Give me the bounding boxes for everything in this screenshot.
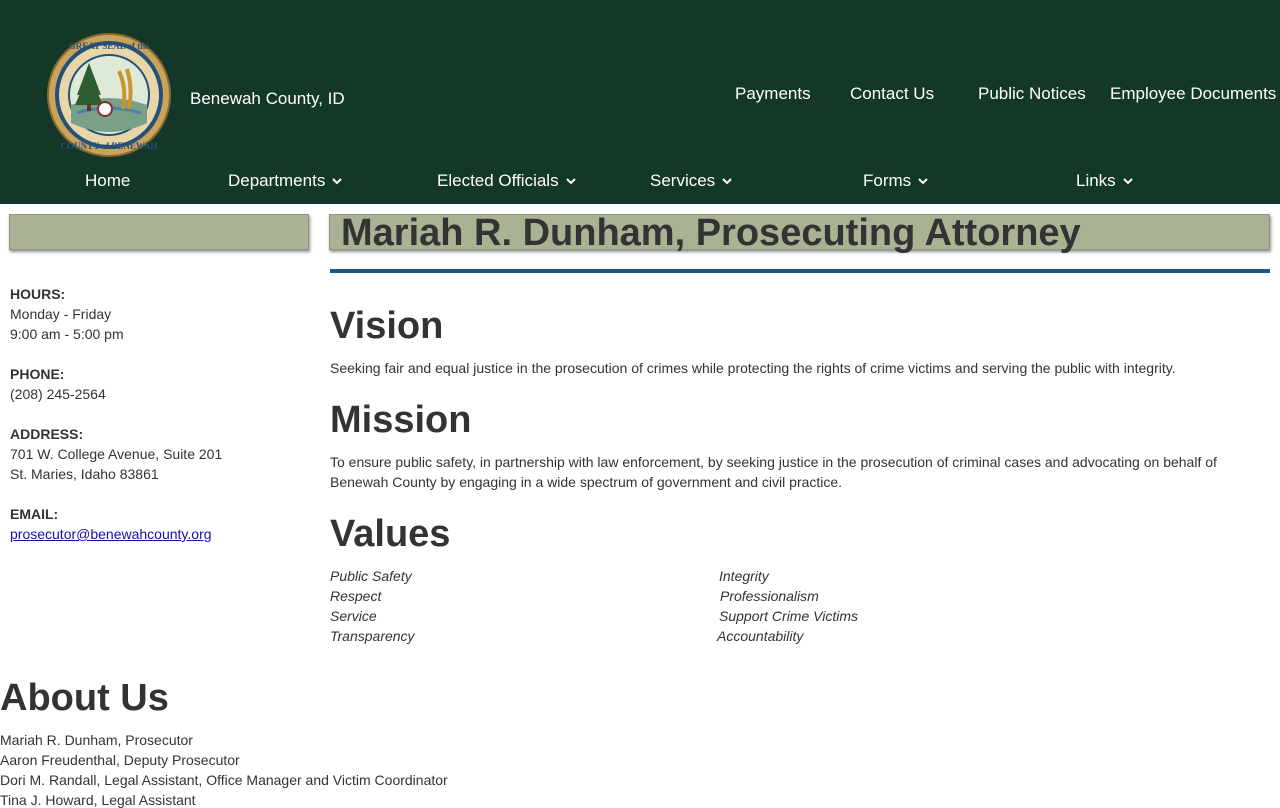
chevron-down-icon [1122, 177, 1133, 184]
county-seal-logo[interactable]: GREAT SEAL of the COUNTY of BENEWAH [47, 33, 171, 157]
nav-home[interactable]: Home [85, 171, 130, 191]
nav-home-label: Home [85, 171, 131, 190]
site-name[interactable]: Benewah County, ID [190, 89, 345, 109]
nav-links[interactable]: Links [1076, 171, 1133, 191]
email-label: EMAIL: [10, 506, 59, 522]
vision-heading: Vision [330, 305, 444, 347]
vision-text: Seeking fair and equal justice in the pr… [330, 360, 1176, 376]
staff-list-item: Tina J. Howard, Legal Assistant [0, 792, 196, 808]
values-heading: Values [330, 513, 451, 555]
staff-list-item: Aaron Freudenthal, Deputy Prosecutor [0, 752, 240, 768]
page-title: Mariah R. Dunham, Prosecuting Attorney [341, 212, 1081, 254]
nav-elected-officials-label: Elected Officials [437, 171, 559, 190]
utility-link-contact-us[interactable]: Contact Us [850, 84, 934, 104]
nav-departments-label: Departments [228, 171, 326, 190]
utility-link-employee-documents[interactable]: Employee Documents [1110, 84, 1276, 104]
title-divider [330, 269, 1270, 273]
phone-number: (208) 245-2564 [10, 386, 106, 402]
nav-links-label: Links [1076, 171, 1116, 190]
address-line-1: 701 W. College Avenue, Suite 201 [10, 446, 223, 462]
value-item: Integrity [719, 568, 769, 584]
seal-lettering-top: GREAT SEAL of the [69, 41, 149, 51]
nav-services[interactable]: Services [650, 171, 732, 191]
mission-text-line-1: To ensure public safety, in partnership … [330, 454, 1217, 470]
address-line-2: St. Maries, Idaho 83861 [10, 466, 159, 482]
staff-list-item: Mariah R. Dunham, Prosecutor [0, 732, 193, 748]
utility-link-payments[interactable]: Payments [735, 84, 811, 104]
about-heading: About Us [0, 677, 169, 719]
utility-link-public-notices[interactable]: Public Notices [978, 84, 1086, 104]
value-item: Accountability [717, 628, 804, 644]
mission-text-line-2: Benewah County by engaging in a wide spe… [330, 474, 843, 490]
hours-time: 9:00 am - 5:00 pm [10, 326, 124, 342]
staff-list-item: Dori M. Randall, Legal Assistant, Office… [0, 772, 448, 788]
nav-services-label: Services [650, 171, 716, 190]
value-item: Service [330, 608, 377, 624]
phone-label: PHONE: [10, 366, 65, 382]
value-item: Transparency [330, 628, 415, 644]
value-item: Professionalism [720, 588, 819, 604]
mission-heading: Mission [330, 399, 472, 441]
chevron-down-icon [565, 177, 576, 184]
hours-label: HOURS: [10, 286, 66, 302]
value-item: Support Crime Victims [719, 608, 859, 624]
value-item: Respect [330, 588, 382, 604]
title-box: Mariah R. Dunham, Prosecuting Attorney [329, 212, 1270, 254]
nav-departments[interactable]: Departments [228, 171, 343, 191]
chevron-down-icon [918, 177, 928, 184]
email-link[interactable]: prosecutor@benewahcounty.org [10, 526, 212, 542]
site-header: GREAT SEAL of the COUNTY of BENEWAH Bene… [0, 0, 1280, 204]
chevron-down-icon [332, 177, 343, 184]
hours-days: Monday - Friday [10, 306, 112, 322]
nav-elected-officials[interactable]: Elected Officials [437, 171, 576, 191]
chevron-down-icon [722, 177, 732, 184]
sidebar-header-box [9, 214, 309, 250]
nav-forms[interactable]: Forms [863, 171, 928, 191]
nav-forms-label: Forms [863, 171, 912, 190]
value-item: Public Safety [330, 568, 412, 584]
address-label: ADDRESS: [10, 426, 84, 442]
seal-lettering-bottom: COUNTY of BENEWAH [61, 141, 158, 151]
